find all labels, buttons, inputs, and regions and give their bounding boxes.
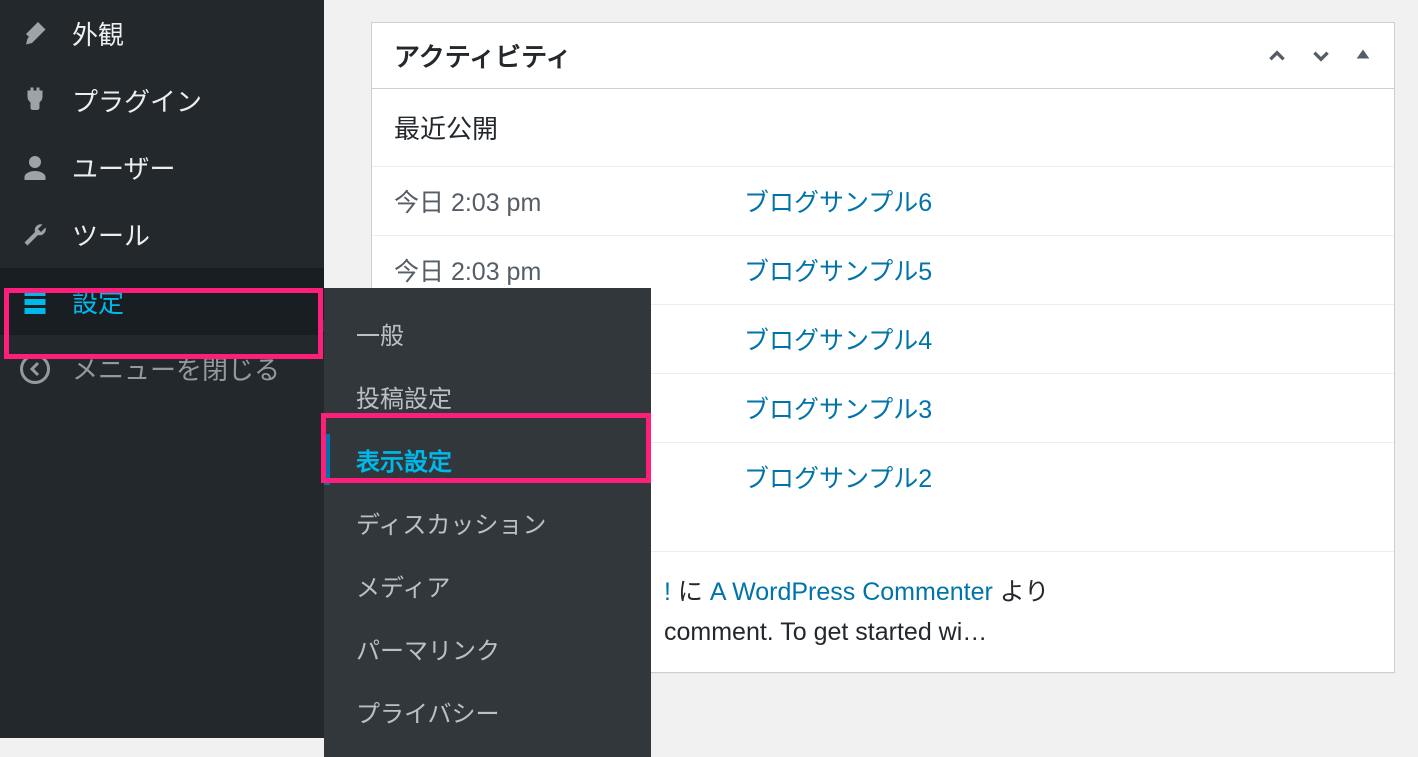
- post-link[interactable]: ブログサンプル6: [744, 183, 932, 219]
- comment-text: に: [671, 578, 710, 606]
- comment-text: より: [993, 578, 1049, 606]
- sidebar-item-plugins[interactable]: プラグイン: [0, 67, 324, 134]
- submenu-item-writing[interactable]: 投稿設定: [324, 365, 651, 428]
- post-link[interactable]: ブログサンプル3: [744, 390, 932, 426]
- sidebar-item-collapse[interactable]: メニューを閉じる: [0, 335, 324, 402]
- sidebar-item-label: 外観: [72, 15, 124, 52]
- post-row: 今日 2:03 pm ブログサンプル6: [372, 166, 1394, 235]
- comment-source-link[interactable]: !: [664, 578, 671, 606]
- comment-body: comment. To get started wi…: [664, 612, 1372, 652]
- sidebar-item-label: ユーザー: [72, 149, 175, 186]
- submenu-arrow-icon: [318, 314, 330, 338]
- plug-icon: [20, 86, 60, 116]
- sidebar-item-label: ツール: [72, 216, 150, 253]
- panel-header: アクティビティ: [372, 23, 1394, 89]
- admin-sidebar: 外観 プラグイン ユーザー ツール 設定 メニューを閉じる: [0, 0, 324, 738]
- submenu-item-general[interactable]: 一般: [324, 302, 651, 365]
- recent-title: 最近公開: [372, 89, 1394, 166]
- chevron-down-icon[interactable]: [1310, 45, 1332, 67]
- paintbrush-icon: [20, 19, 60, 49]
- triangle-up-icon[interactable]: [1354, 45, 1372, 67]
- sidebar-item-appearance[interactable]: 外観: [0, 0, 324, 67]
- commenter-link[interactable]: A WordPress Commenter: [710, 578, 993, 606]
- post-date: 今日 2:03 pm: [394, 183, 744, 219]
- sidebar-item-settings[interactable]: 設定: [0, 268, 324, 335]
- submenu-item-discussion[interactable]: ディスカッション: [324, 491, 651, 554]
- chevron-up-icon[interactable]: [1266, 45, 1288, 67]
- post-link[interactable]: ブログサンプル2: [744, 459, 932, 495]
- sliders-icon: [20, 287, 60, 317]
- settings-submenu: 一般 投稿設定 表示設定 ディスカッション メディア パーマリンク プライバシー: [324, 288, 651, 757]
- sidebar-item-tools[interactable]: ツール: [0, 201, 324, 268]
- panel-controls: [1266, 45, 1372, 67]
- sidebar-item-users[interactable]: ユーザー: [0, 134, 324, 201]
- post-date: 今日 2:03 pm: [394, 252, 744, 288]
- sidebar-item-label: プラグイン: [72, 82, 202, 119]
- post-link[interactable]: ブログサンプル5: [744, 252, 932, 288]
- sidebar-item-label: メニューを閉じる: [72, 350, 280, 387]
- user-icon: [20, 153, 60, 183]
- submenu-item-reading[interactable]: 表示設定: [324, 428, 651, 491]
- post-link[interactable]: ブログサンプル4: [744, 321, 932, 357]
- collapse-arrow-icon: [20, 354, 60, 384]
- panel-title: アクティビティ: [394, 37, 572, 74]
- wrench-icon: [20, 220, 60, 250]
- submenu-item-media[interactable]: メディア: [324, 554, 651, 617]
- submenu-item-permalinks[interactable]: パーマリンク: [324, 617, 651, 680]
- submenu-item-privacy[interactable]: プライバシー: [324, 680, 651, 743]
- sidebar-item-label: 設定: [72, 283, 124, 320]
